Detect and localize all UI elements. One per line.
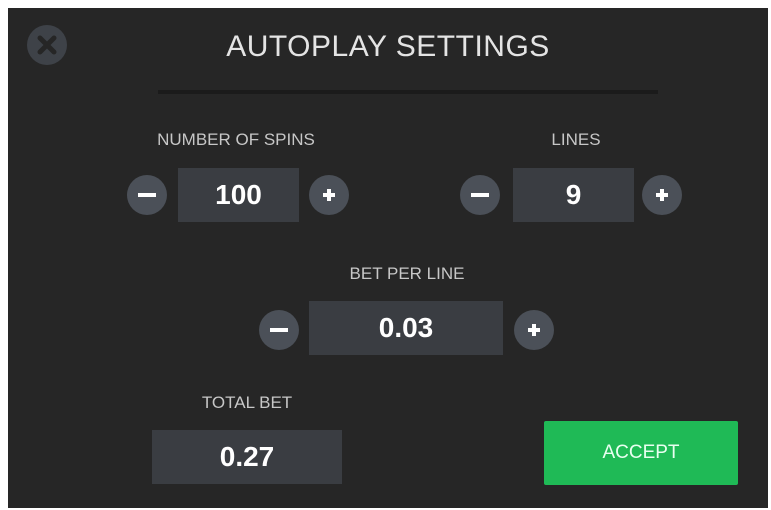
lines-label: LINES [551,130,601,149]
spins-label: NUMBER OF SPINS [157,130,315,149]
bet-per-line-increase-button[interactable] [514,310,554,350]
spins-increase-button[interactable] [309,175,349,215]
spins-decrease-button[interactable] [127,175,167,215]
lines-increase-button[interactable] [642,175,682,215]
total-bet-label: TOTAL BET [201,393,293,412]
lines-value: 9 [513,168,634,222]
autoplay-settings-dialog: AUTOPLAY SETTINGS NUMBER OF SPINS 100 LI… [8,8,768,508]
bet-per-line-decrease-button[interactable] [259,310,299,350]
bet-per-line-value: 0.03 [309,301,503,355]
spins-value: 100 [178,168,299,222]
bet-per-line-label: BET PER LINE [349,264,465,283]
total-bet-value: 0.27 [152,430,342,484]
title-divider [158,90,658,94]
lines-decrease-button[interactable] [460,175,500,215]
accept-button[interactable]: ACCEPT [544,421,738,485]
dialog-title: AUTOPLAY SETTINGS [226,30,550,63]
